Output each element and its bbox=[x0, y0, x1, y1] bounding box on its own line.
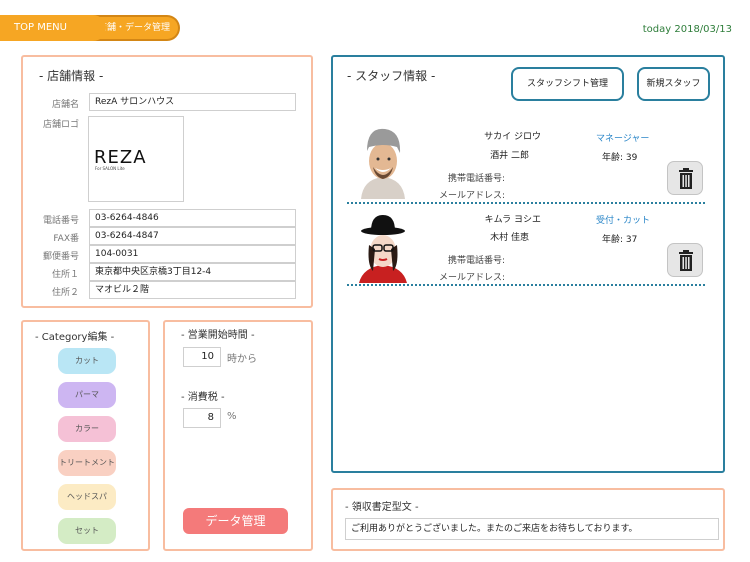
logo-subtext: For SALON Lite bbox=[95, 166, 125, 171]
opening-time-title: - 営業開始時間 - bbox=[181, 330, 255, 341]
opening-time-unit: 時から bbox=[227, 354, 257, 365]
staff-kanji-name: 酒井 二郎 bbox=[490, 151, 529, 161]
fax-label: FAX番 bbox=[53, 234, 79, 244]
opening-time-input[interactable]: 10 bbox=[183, 347, 221, 367]
delete-staff-button[interactable] bbox=[667, 161, 703, 195]
settings-panel: - 営業開始時間 - 10 時から - 消費税 - 8 % データ管理 bbox=[163, 320, 313, 551]
receipt-text-input[interactable]: ご利用ありがとうございました。またのご来店をお待ちしております。 bbox=[345, 518, 719, 540]
staff-shift-button[interactable]: スタッフシフト管理 bbox=[511, 67, 624, 101]
category-item[interactable]: ヘッドスパ bbox=[58, 484, 116, 510]
store-logo-image[interactable]: REZA For SALON Lite bbox=[88, 116, 184, 202]
delete-staff-button[interactable] bbox=[667, 243, 703, 277]
today-date: today 2018/03/13 bbox=[642, 24, 732, 35]
store-info-title: - 店舗情報 - bbox=[39, 69, 104, 83]
staff-kana-name: サカイ ジロウ bbox=[484, 132, 541, 142]
staff-divider bbox=[347, 202, 705, 204]
store-name-label: 店舗名 bbox=[51, 100, 79, 110]
staff-age: 年齢: 39 bbox=[602, 153, 638, 163]
store-name-field[interactable]: RezA サロンハウス bbox=[89, 93, 296, 111]
category-item[interactable]: カラー bbox=[58, 416, 116, 442]
staff-title: - スタッフ情報 - bbox=[347, 69, 436, 83]
category-panel: - Category編集 - カットパーマカラートリートメント ヘッドスパセット bbox=[21, 320, 150, 551]
new-staff-button[interactable]: 新規スタッフ bbox=[637, 67, 710, 101]
receipt-panel: - 領収書定型文 - ご利用ありがとうございました。またのご来店をお待ちしており… bbox=[331, 488, 725, 551]
staff-phone-label: 携帯電話番号: bbox=[447, 256, 505, 266]
staff-mail-label: メールアドレス: bbox=[438, 191, 505, 201]
address2-field[interactable]: マオビル２階 bbox=[89, 281, 296, 299]
category-item[interactable]: パーマ bbox=[58, 382, 116, 408]
staff-kana-name: キムラ ヨシエ bbox=[484, 215, 541, 225]
tax-title: - 消費税 - bbox=[181, 392, 225, 403]
staff-phone-label: 携帯電話番号: bbox=[447, 174, 505, 184]
phone-label: 電話番号 bbox=[42, 216, 79, 226]
data-management-button[interactable]: データ管理 bbox=[183, 508, 288, 534]
address1-label: 住所１ bbox=[51, 270, 79, 280]
staff-panel: - スタッフ情報 - スタッフシフト管理 新規スタッフ サカイ ジロウ 酒井 二… bbox=[331, 55, 725, 473]
store-logo-label: 店舗ロゴ bbox=[42, 120, 79, 130]
tax-unit: % bbox=[227, 411, 237, 422]
staff-role: マネージャー bbox=[596, 134, 650, 144]
fax-field[interactable]: 03-6264-4847 bbox=[89, 227, 296, 245]
staff-mail-label: メールアドレス: bbox=[438, 273, 505, 283]
staff-role: 受付・カット bbox=[596, 216, 651, 226]
address2-label: 住所２ bbox=[51, 288, 79, 298]
staff-kanji-name: 木村 佳恵 bbox=[490, 233, 529, 243]
staff-age: 年齢: 37 bbox=[602, 235, 638, 245]
store-info-panel: - 店舗情報 - 店舗名 RezA サロンハウス 店舗ロゴ REZA For S… bbox=[21, 55, 313, 308]
trash-icon bbox=[679, 250, 693, 271]
breadcrumb-top-menu[interactable]: TOP MENU bbox=[0, 15, 106, 41]
category-item[interactable]: トリートメント bbox=[58, 450, 116, 476]
category-item[interactable]: セット bbox=[58, 518, 116, 544]
zip-label: 郵便番号 bbox=[42, 252, 79, 262]
trash-icon bbox=[679, 168, 693, 189]
receipt-title: - 領収書定型文 - bbox=[345, 502, 419, 513]
tax-input[interactable]: 8 bbox=[183, 408, 221, 428]
phone-field[interactable]: 03-6264-4846 bbox=[89, 209, 296, 227]
category-item[interactable]: カット bbox=[58, 348, 116, 374]
address1-field[interactable]: 東京都中央区京橋3丁目12-4 bbox=[89, 263, 296, 281]
staff-divider bbox=[347, 284, 705, 286]
logo-wordmark: REZA bbox=[94, 147, 147, 168]
zip-field[interactable]: 104-0031 bbox=[89, 245, 296, 263]
category-title: - Category編集 - bbox=[35, 332, 115, 343]
